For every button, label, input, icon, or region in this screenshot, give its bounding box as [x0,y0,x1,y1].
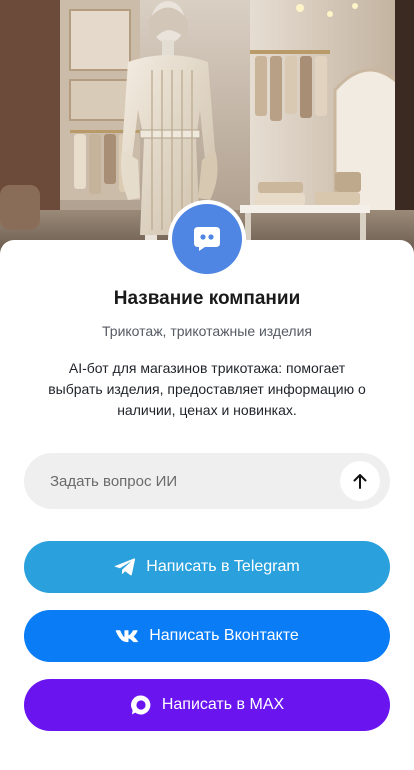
company-category: Трикотаж, трикотажные изделия [102,323,312,339]
ask-ai-box [24,453,390,509]
company-description: AI-бот для магазинов трикотажа: помогает… [48,360,366,418]
chat-bot-icon [194,227,220,251]
write-vk-button[interactable]: Написать Вконтакте [24,610,390,662]
arrow-up-icon [353,474,367,489]
send-button[interactable] [340,461,380,501]
ask-ai-input[interactable] [48,471,340,491]
telegram-icon [114,557,136,577]
company-name: Название компании [113,288,301,309]
write-telegram-label: Написать в Telegram [146,558,300,575]
avatar [172,204,242,274]
max-icon [130,694,152,716]
write-telegram-button[interactable]: Написать в Telegram [24,541,390,593]
vk-icon [115,629,139,643]
write-vk-label: Написать Вконтакте [149,627,299,644]
write-max-label: Написать в MAX [161,696,285,713]
write-max-button[interactable]: Написать в MAX [24,679,390,731]
